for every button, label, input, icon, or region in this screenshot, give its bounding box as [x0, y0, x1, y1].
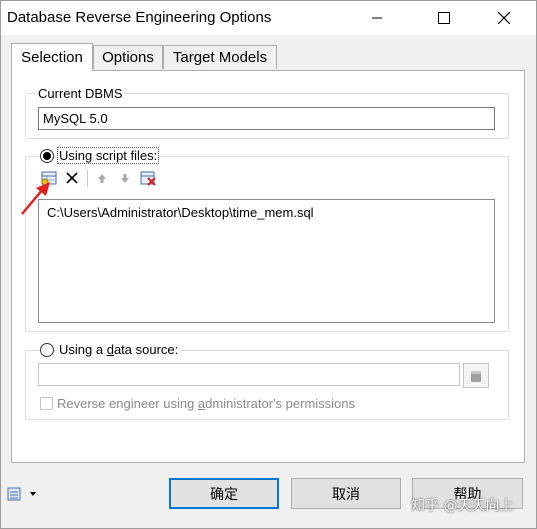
title-bar[interactable]: Database Reverse Engineering Options: [1, 1, 536, 35]
tab-target-models[interactable]: Target Models: [163, 45, 277, 69]
data-source-label-post: ata source:: [113, 342, 179, 357]
close-icon: [498, 12, 510, 24]
tab-options-label: Options: [102, 49, 154, 66]
admin-permissions-checkbox[interactable]: [40, 397, 53, 410]
admin-permissions-label-pre: Reverse engineer using: [57, 396, 198, 411]
list-item[interactable]: C:\Users\Administrator\Desktop\time_mem.…: [47, 205, 314, 220]
delete-button[interactable]: [63, 169, 81, 187]
data-source-label-accel: d: [106, 342, 114, 357]
minimize-button[interactable]: [354, 1, 400, 35]
watermark: 知乎 @天天向上: [411, 498, 514, 514]
data-source-radio-label[interactable]: Using a data source:: [57, 342, 181, 357]
annotation-arrow: [21, 182, 50, 215]
script-files-radio-text: Using script files:: [59, 148, 158, 163]
admin-permissions-label: Reverse engineer using administrator's p…: [57, 396, 355, 411]
minimize-icon: [372, 17, 382, 19]
maximize-icon: [438, 12, 450, 24]
clear-list-icon: [140, 171, 156, 186]
close-button[interactable]: [481, 1, 527, 35]
properties-menu-button[interactable]: [7, 485, 41, 503]
tab-selection-label: Selection: [21, 49, 83, 66]
move-down-icon: [121, 174, 129, 183]
toolbar-separator: [87, 170, 88, 187]
move-up-button[interactable]: [93, 169, 111, 187]
clear-list-button[interactable]: [139, 169, 157, 187]
data-source-field[interactable]: [38, 363, 460, 386]
move-down-button[interactable]: [116, 169, 134, 187]
maximize-button[interactable]: [421, 1, 467, 35]
window-title: Database Reverse Engineering Options: [7, 9, 272, 26]
current-dbms-field: MySQL 5.0: [38, 107, 495, 130]
script-files-radio[interactable]: [40, 149, 54, 163]
tab-options[interactable]: Options: [93, 45, 163, 69]
current-dbms-label: Current DBMS: [36, 86, 125, 101]
move-up-icon: [98, 174, 106, 183]
selection-panel: Current DBMS MySQL 5.0 Using script file…: [11, 70, 525, 463]
ok-button-label: 确定: [210, 486, 238, 503]
tab-target-models-label: Target Models: [172, 49, 268, 66]
database-icon: [471, 370, 481, 382]
cancel-button-label: 取消: [332, 486, 360, 503]
delete-icon: [66, 172, 78, 184]
tab-selection[interactable]: Selection: [11, 43, 93, 71]
data-source-browse-button[interactable]: [463, 363, 489, 388]
data-source-label-pre: Using a: [59, 342, 107, 357]
properties-icon: [7, 487, 36, 501]
current-dbms-value: MySQL 5.0: [43, 111, 108, 126]
script-file-list[interactable]: C:\Users\Administrator\Desktop\time_mem.…: [38, 199, 495, 323]
admin-permissions-label-post: dministrator's permissions: [205, 396, 356, 411]
data-source-radio[interactable]: [40, 343, 54, 357]
cancel-button[interactable]: 取消: [291, 478, 401, 509]
script-files-radio-label[interactable]: Using script files:: [57, 147, 160, 164]
ok-button[interactable]: 确定: [169, 478, 279, 509]
dialog-window: Database Reverse Engineering Options Sel…: [0, 0, 537, 529]
